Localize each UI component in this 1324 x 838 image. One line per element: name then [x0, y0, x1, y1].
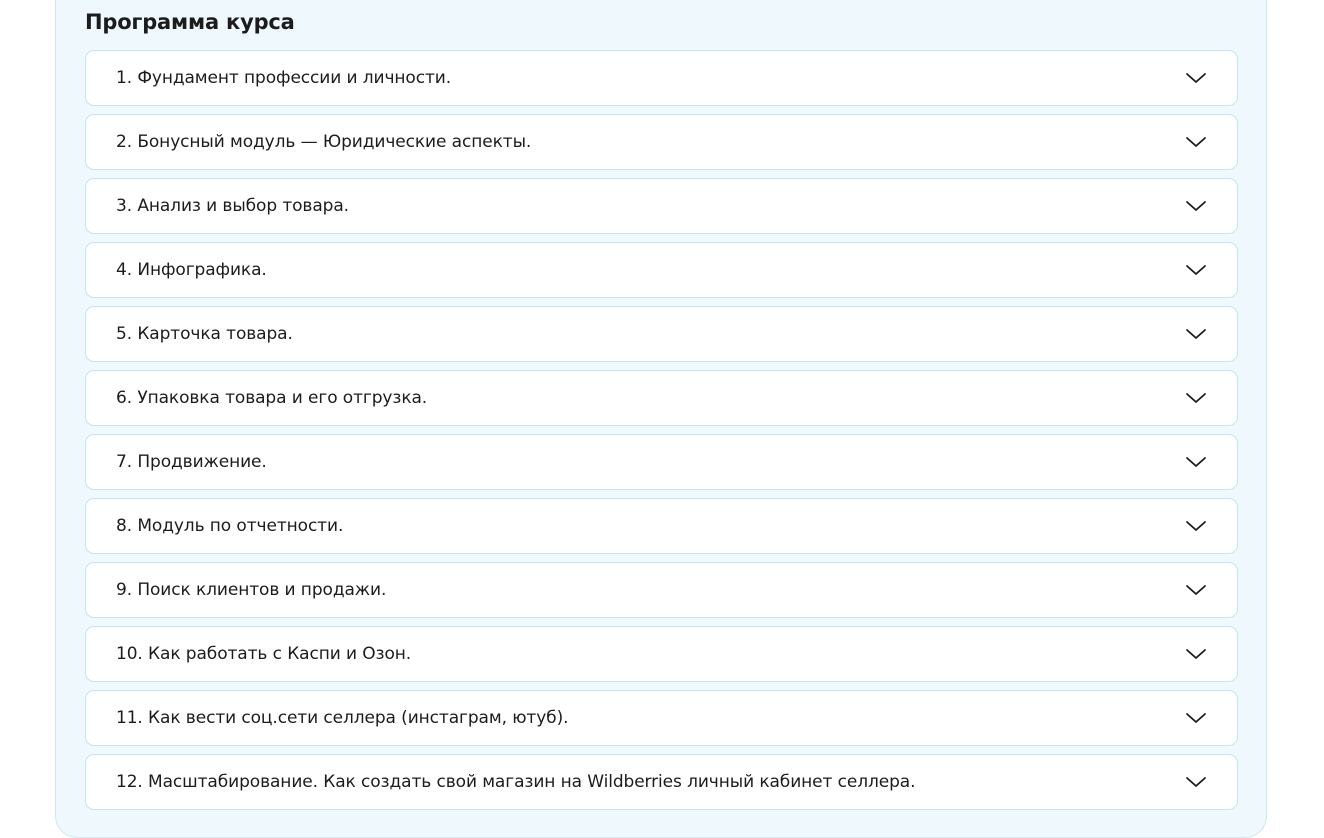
accordion-item-label: 1. Фундамент профессии и личности.: [116, 68, 452, 88]
accordion-item-6[interactable]: 6. Упаковка товара и его отгрузка.: [85, 370, 1238, 426]
accordion-item-7[interactable]: 7. Продвижение.: [85, 434, 1238, 490]
chevron-down-icon[interactable]: [1185, 391, 1207, 405]
accordion-item-label: 7. Продвижение.: [116, 452, 267, 472]
chevron-down-icon[interactable]: [1185, 775, 1207, 789]
module-accordion: 1. Фундамент профессии и личности. 2. Бо…: [85, 50, 1238, 818]
chevron-down-icon[interactable]: [1185, 263, 1207, 277]
accordion-item-4[interactable]: 4. Инфографика.: [85, 242, 1238, 298]
chevron-down-icon[interactable]: [1185, 711, 1207, 725]
accordion-item-5[interactable]: 5. Карточка товара.: [85, 306, 1238, 362]
section-title: Программа курса: [85, 10, 295, 34]
chevron-down-icon[interactable]: [1185, 71, 1207, 85]
accordion-item-label: 5. Карточка товара.: [116, 324, 293, 344]
chevron-down-icon[interactable]: [1185, 455, 1207, 469]
accordion-item-label: 12. Масштабирование. Как создать свой ма…: [116, 772, 916, 792]
accordion-item-label: 6. Упаковка товара и его отгрузка.: [116, 388, 428, 408]
chevron-down-icon[interactable]: [1185, 519, 1207, 533]
accordion-item-label: 10. Как работать с Каспи и Озон.: [116, 644, 412, 664]
chevron-down-icon[interactable]: [1185, 327, 1207, 341]
chevron-down-icon[interactable]: [1185, 647, 1207, 661]
accordion-item-3[interactable]: 3. Анализ и выбор товара.: [85, 178, 1238, 234]
chevron-down-icon[interactable]: [1185, 199, 1207, 213]
accordion-item-label: 3. Анализ и выбор товара.: [116, 196, 349, 216]
accordion-item-8[interactable]: 8. Модуль по отчетности.: [85, 498, 1238, 554]
accordion-item-label: 11. Как вести соц.сети селлера (инстагра…: [116, 708, 569, 728]
chevron-down-icon[interactable]: [1185, 583, 1207, 597]
accordion-item-label: 4. Инфографика.: [116, 260, 267, 280]
accordion-item-label: 8. Модуль по отчетности.: [116, 516, 344, 536]
accordion-item-label: 9. Поиск клиентов и продажи.: [116, 580, 387, 600]
chevron-down-icon[interactable]: [1185, 135, 1207, 149]
accordion-item-12[interactable]: 12. Масштабирование. Как создать свой ма…: [85, 754, 1238, 810]
accordion-item-1[interactable]: 1. Фундамент профессии и личности.: [85, 50, 1238, 106]
accordion-item-10[interactable]: 10. Как работать с Каспи и Озон.: [85, 626, 1238, 682]
accordion-item-2[interactable]: 2. Бонусный модуль — Юридические аспекты…: [85, 114, 1238, 170]
accordion-item-11[interactable]: 11. Как вести соц.сети селлера (инстагра…: [85, 690, 1238, 746]
accordion-item-label: 2. Бонусный модуль — Юридические аспекты…: [116, 132, 532, 152]
accordion-item-9[interactable]: 9. Поиск клиентов и продажи.: [85, 562, 1238, 618]
